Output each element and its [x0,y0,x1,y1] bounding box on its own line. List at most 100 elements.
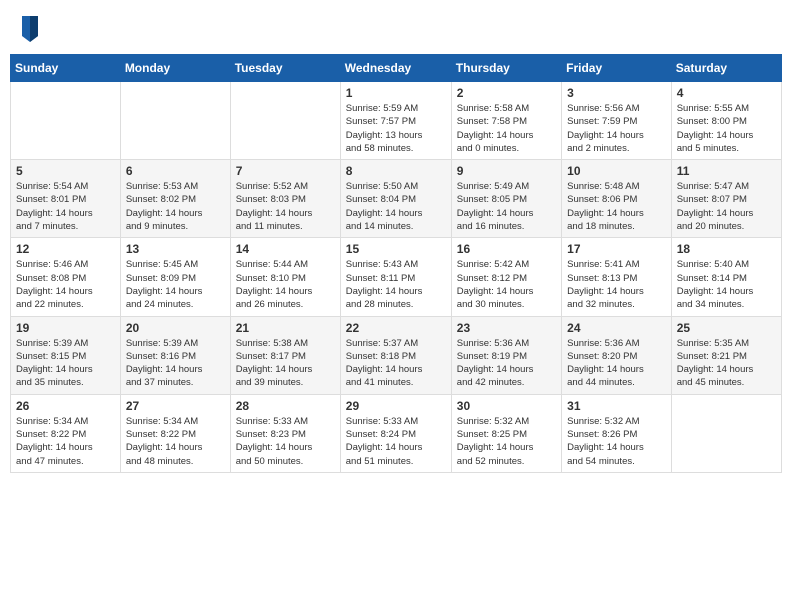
weekday-header-friday: Friday [562,55,672,82]
day-number: 11 [677,164,776,178]
day-number: 18 [677,242,776,256]
day-number: 31 [567,399,666,413]
weekday-header-tuesday: Tuesday [230,55,340,82]
day-number: 25 [677,321,776,335]
calendar-cell: 21Sunrise: 5:38 AM Sunset: 8:17 PM Dayli… [230,316,340,394]
day-number: 27 [126,399,225,413]
week-row-1: 1 Sunrise: 5:59 AM Sunset: 7:57 PM Daylig… [11,82,782,160]
calendar-cell: 5Sunrise: 5:54 AM Sunset: 8:01 PM Daylig… [11,160,121,238]
day-number: 6 [126,164,225,178]
day-info: Sunrise: 5:34 AM Sunset: 8:22 PM Dayligh… [126,415,225,468]
day-info: Sunrise: 5:46 AM Sunset: 8:08 PM Dayligh… [16,258,115,311]
calendar-cell: 19Sunrise: 5:39 AM Sunset: 8:15 PM Dayli… [11,316,121,394]
day-number: 4 [677,86,776,100]
day-info: Sunrise: 5:58 AM Sunset: 7:58 PM Dayligh… [457,102,556,155]
calendar-cell: 17Sunrise: 5:41 AM Sunset: 8:13 PM Dayli… [562,238,672,316]
calendar-cell: 4 Sunrise: 5:55 AM Sunset: 8:00 PM Daylig… [671,82,781,160]
calendar-cell: 8Sunrise: 5:50 AM Sunset: 8:04 PM Daylig… [340,160,451,238]
day-number: 30 [457,399,556,413]
day-info: Sunrise: 5:42 AM Sunset: 8:12 PM Dayligh… [457,258,556,311]
calendar-cell: 16 Sunrise: 5:42 AM Sunset: 8:12 PM Dayli… [451,238,561,316]
calendar-cell [230,82,340,160]
day-info: Sunrise: 5:36 AM Sunset: 8:20 PM Dayligh… [567,337,666,390]
calendar-cell [11,82,121,160]
day-info: Sunrise: 5:35 AM Sunset: 8:21 PM Dayligh… [677,337,776,390]
day-info: Sunrise: 5:49 AM Sunset: 8:05 PM Dayligh… [457,180,556,233]
day-number: 16 [457,242,556,256]
calendar-table: SundayMondayTuesdayWednesdayThursdayFrid… [10,54,782,473]
weekday-header-row: SundayMondayTuesdayWednesdayThursdayFrid… [11,55,782,82]
calendar-cell: 25 Sunrise: 5:35 AM Sunset: 8:21 PM Dayli… [671,316,781,394]
day-number: 9 [457,164,556,178]
calendar-cell: 3 Sunrise: 5:56 AM Sunset: 7:59 PM Daylig… [562,82,672,160]
day-info: Sunrise: 5:59 AM Sunset: 7:57 PM Dayligh… [346,102,446,155]
day-number: 3 [567,86,666,100]
day-info: Sunrise: 5:32 AM Sunset: 8:25 PM Dayligh… [457,415,556,468]
day-info: Sunrise: 5:33 AM Sunset: 8:24 PM Dayligh… [346,415,446,468]
day-number: 26 [16,399,115,413]
week-row-5: 26 Sunrise: 5:34 AM Sunset: 8:22 PM Dayli… [11,394,782,472]
day-number: 24 [567,321,666,335]
calendar-cell: 22Sunrise: 5:37 AM Sunset: 8:18 PM Dayli… [340,316,451,394]
day-number: 1 [346,86,446,100]
calendar-cell [120,82,230,160]
calendar-cell: 15Sunrise: 5:43 AM Sunset: 8:11 PM Dayli… [340,238,451,316]
weekday-header-saturday: Saturday [671,55,781,82]
day-info: Sunrise: 5:48 AM Sunset: 8:06 PM Dayligh… [567,180,666,233]
day-number: 22 [346,321,446,335]
day-number: 20 [126,321,225,335]
day-number: 17 [567,242,666,256]
logo-icon [18,14,42,42]
day-info: Sunrise: 5:32 AM Sunset: 8:26 PM Dayligh… [567,415,666,468]
day-info: Sunrise: 5:33 AM Sunset: 8:23 PM Dayligh… [236,415,335,468]
calendar-cell: 23Sunrise: 5:36 AM Sunset: 8:19 PM Dayli… [451,316,561,394]
calendar-cell: 30 Sunrise: 5:32 AM Sunset: 8:25 PM Dayli… [451,394,561,472]
calendar-cell: 10 Sunrise: 5:48 AM Sunset: 8:06 PM Dayli… [562,160,672,238]
day-info: Sunrise: 5:55 AM Sunset: 8:00 PM Dayligh… [677,102,776,155]
week-row-2: 5Sunrise: 5:54 AM Sunset: 8:01 PM Daylig… [11,160,782,238]
calendar-cell: 20Sunrise: 5:39 AM Sunset: 8:16 PM Dayli… [120,316,230,394]
day-info: Sunrise: 5:54 AM Sunset: 8:01 PM Dayligh… [16,180,115,233]
calendar-cell: 27 Sunrise: 5:34 AM Sunset: 8:22 PM Dayli… [120,394,230,472]
weekday-header-thursday: Thursday [451,55,561,82]
weekday-header-sunday: Sunday [11,55,121,82]
day-number: 28 [236,399,335,413]
day-info: Sunrise: 5:56 AM Sunset: 7:59 PM Dayligh… [567,102,666,155]
day-number: 29 [346,399,446,413]
week-row-4: 19Sunrise: 5:39 AM Sunset: 8:15 PM Dayli… [11,316,782,394]
day-info: Sunrise: 5:45 AM Sunset: 8:09 PM Dayligh… [126,258,225,311]
day-number: 19 [16,321,115,335]
day-number: 13 [126,242,225,256]
logo [18,14,42,42]
calendar-cell: 12Sunrise: 5:46 AM Sunset: 8:08 PM Dayli… [11,238,121,316]
day-info: Sunrise: 5:34 AM Sunset: 8:22 PM Dayligh… [16,415,115,468]
calendar-cell: 9 Sunrise: 5:49 AM Sunset: 8:05 PM Daylig… [451,160,561,238]
day-info: Sunrise: 5:43 AM Sunset: 8:11 PM Dayligh… [346,258,446,311]
calendar-cell: 14 Sunrise: 5:44 AM Sunset: 8:10 PM Dayli… [230,238,340,316]
day-number: 23 [457,321,556,335]
day-number: 14 [236,242,335,256]
weekday-header-wednesday: Wednesday [340,55,451,82]
calendar-cell: 6 Sunrise: 5:53 AM Sunset: 8:02 PM Daylig… [120,160,230,238]
calendar-cell: 28 Sunrise: 5:33 AM Sunset: 8:23 PM Dayli… [230,394,340,472]
day-number: 10 [567,164,666,178]
calendar-cell: 7Sunrise: 5:52 AM Sunset: 8:03 PM Daylig… [230,160,340,238]
calendar-cell: 24 Sunrise: 5:36 AM Sunset: 8:20 PM Dayli… [562,316,672,394]
day-info: Sunrise: 5:44 AM Sunset: 8:10 PM Dayligh… [236,258,335,311]
calendar-cell: 1 Sunrise: 5:59 AM Sunset: 7:57 PM Daylig… [340,82,451,160]
weekday-header-monday: Monday [120,55,230,82]
day-info: Sunrise: 5:50 AM Sunset: 8:04 PM Dayligh… [346,180,446,233]
day-number: 2 [457,86,556,100]
page-header [10,10,782,46]
calendar-cell: 31 Sunrise: 5:32 AM Sunset: 8:26 PM Dayli… [562,394,672,472]
calendar-cell: 11 Sunrise: 5:47 AM Sunset: 8:07 PM Dayli… [671,160,781,238]
calendar-cell: 29 Sunrise: 5:33 AM Sunset: 8:24 PM Dayli… [340,394,451,472]
day-number: 21 [236,321,335,335]
week-row-3: 12Sunrise: 5:46 AM Sunset: 8:08 PM Dayli… [11,238,782,316]
calendar-cell: 2 Sunrise: 5:58 AM Sunset: 7:58 PM Daylig… [451,82,561,160]
calendar-cell: 18Sunrise: 5:40 AM Sunset: 8:14 PM Dayli… [671,238,781,316]
day-info: Sunrise: 5:53 AM Sunset: 8:02 PM Dayligh… [126,180,225,233]
calendar-cell: 26 Sunrise: 5:34 AM Sunset: 8:22 PM Dayli… [11,394,121,472]
day-info: Sunrise: 5:47 AM Sunset: 8:07 PM Dayligh… [677,180,776,233]
calendar-cell: 13 Sunrise: 5:45 AM Sunset: 8:09 PM Dayli… [120,238,230,316]
